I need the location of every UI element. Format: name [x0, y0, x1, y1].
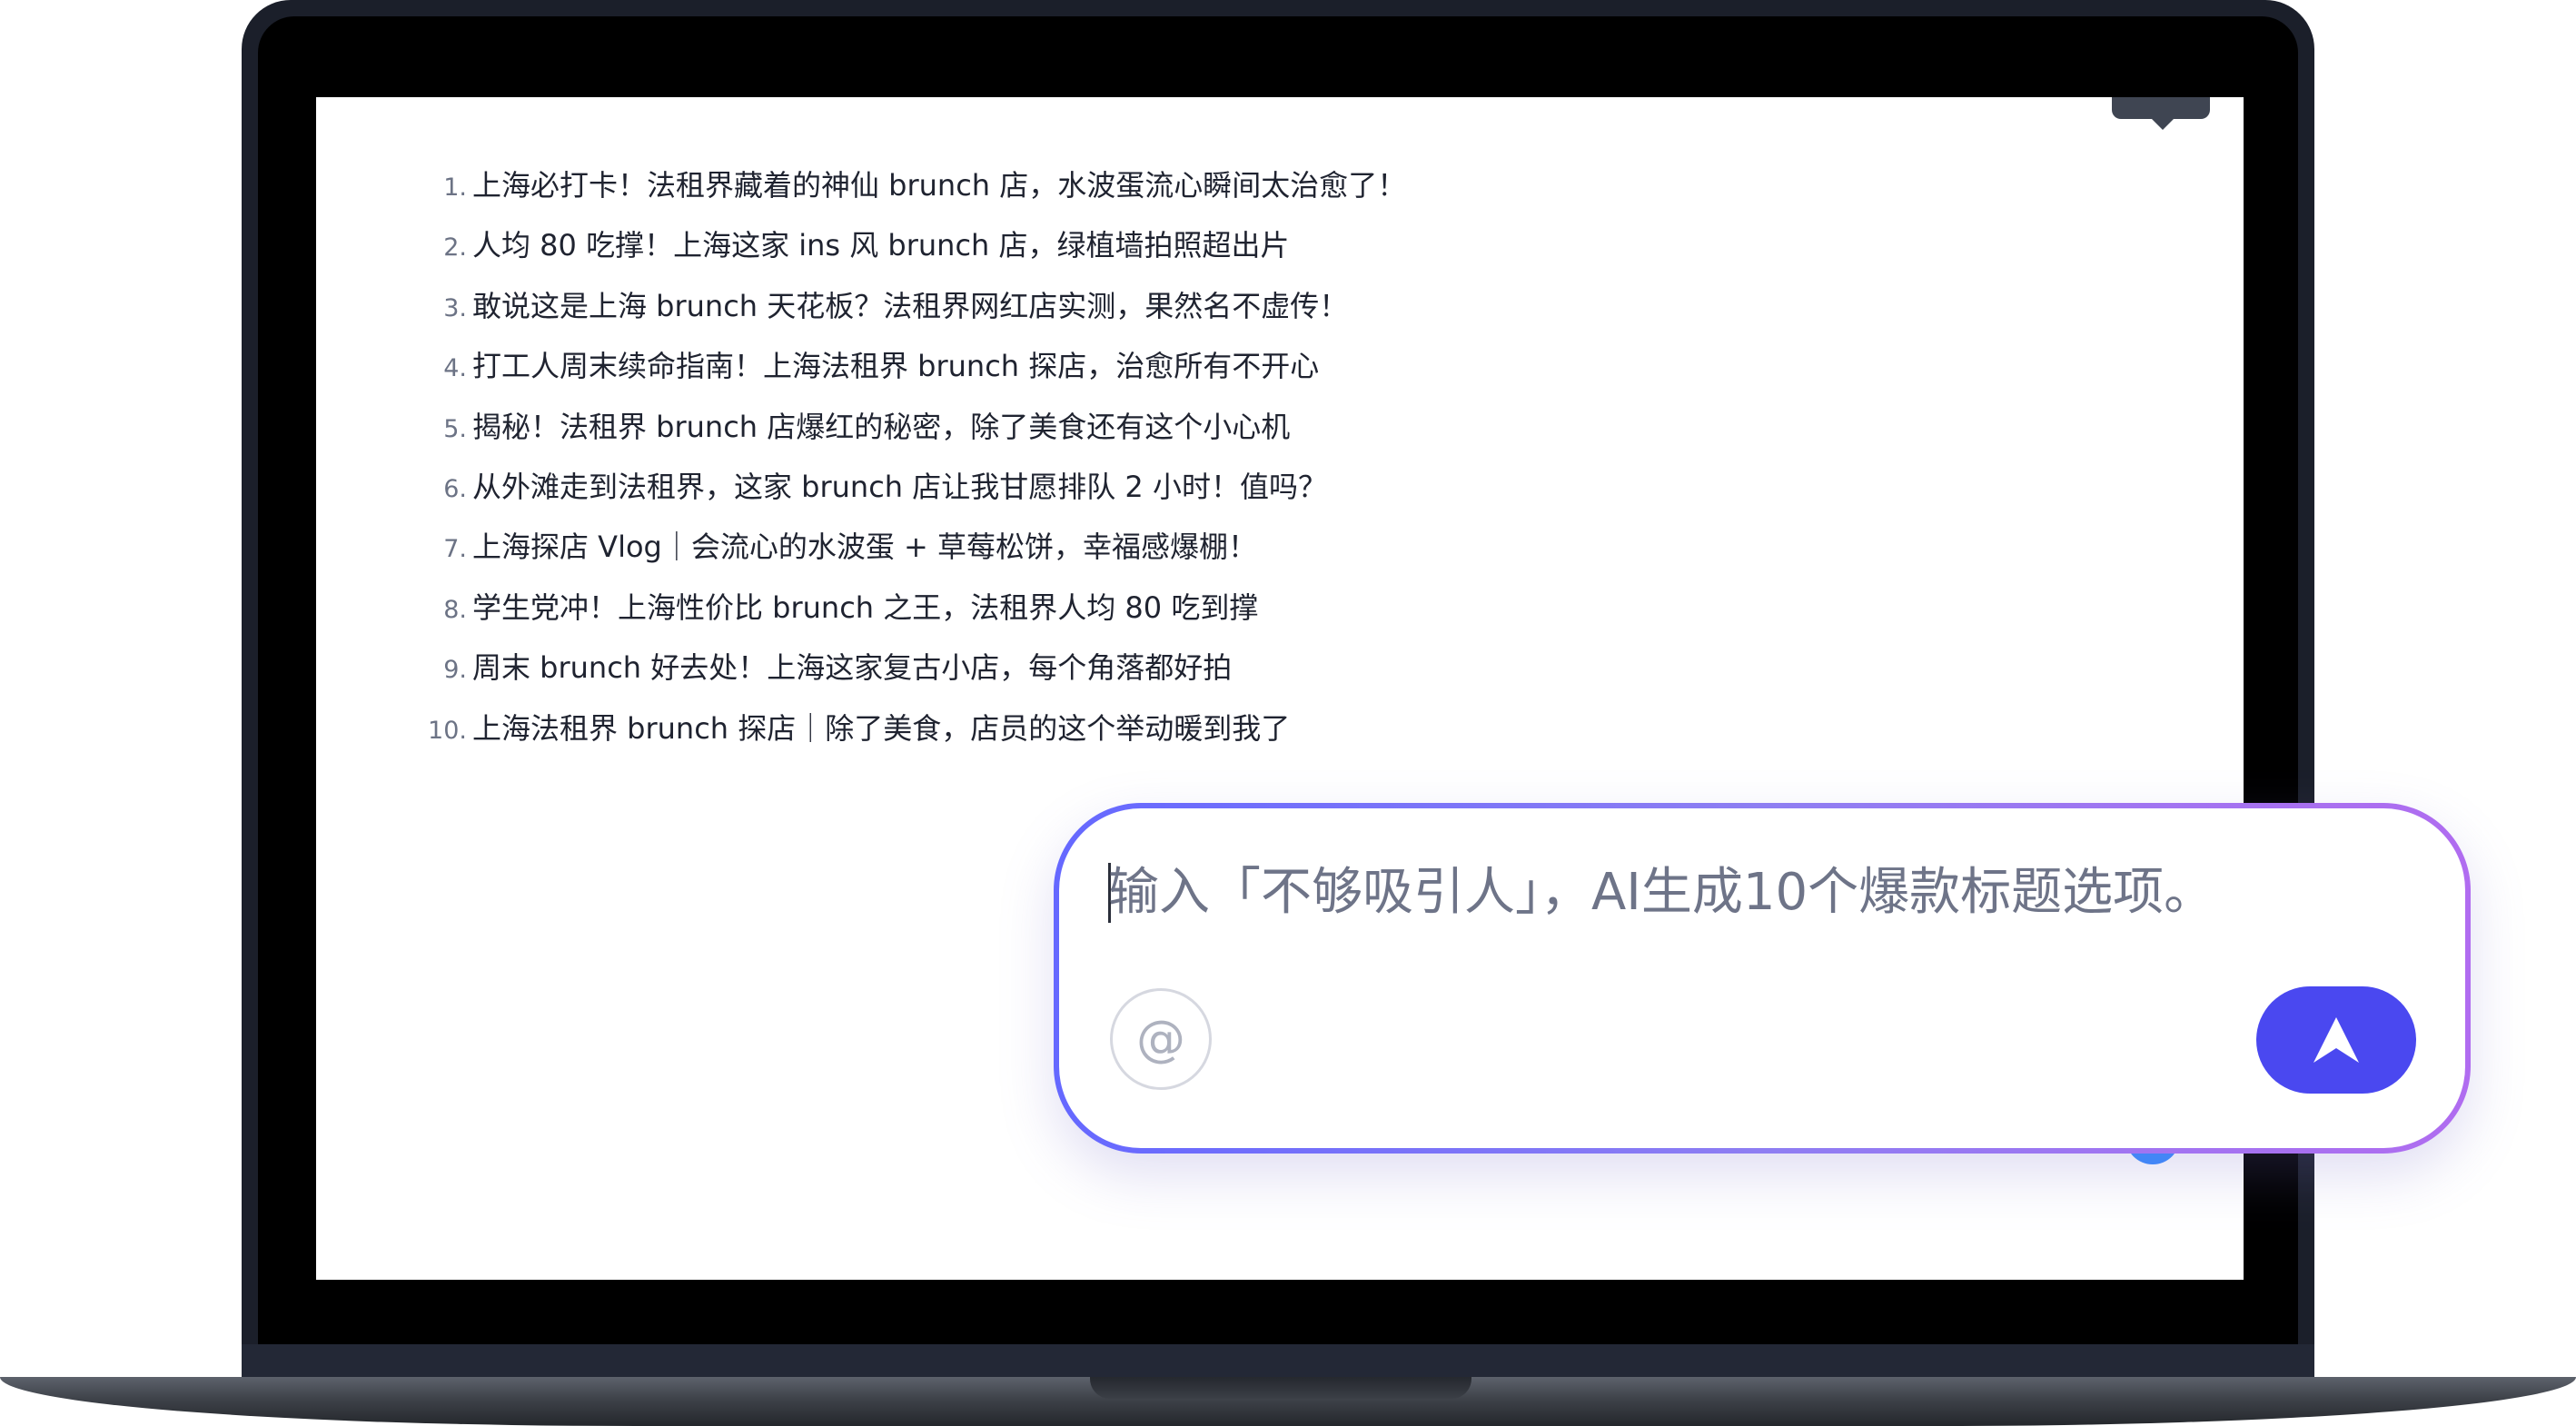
item-number: 1. — [443, 173, 467, 202]
item-number: 10. — [428, 716, 467, 745]
laptop-notch — [1090, 1377, 1471, 1399]
item-number: 6. — [443, 474, 467, 503]
mention-button[interactable]: @ — [1110, 988, 1212, 1090]
send-button[interactable] — [2256, 986, 2416, 1094]
list-item[interactable]: 4. 打工人周末续命指南！上海法租界 brunch 探店，治愈所有不开心 — [423, 336, 1406, 396]
item-number: 8. — [443, 595, 467, 624]
prompt-input[interactable] — [1108, 848, 2362, 936]
list-item[interactable]: 5. 揭秘！法租界 brunch 店爆红的秘密，除了美食还有这个小心机 — [423, 397, 1406, 457]
item-text: 学生党冲！上海性价比 brunch 之王，法租界人均 80 吃到撑 — [472, 589, 1259, 625]
tooltip — [2112, 97, 2210, 130]
list-item[interactable]: 8. 学生党冲！上海性价比 brunch 之王，法租界人均 80 吃到撑 — [423, 578, 1406, 638]
list-item[interactable]: 10. 上海法租界 brunch 探店｜除了美食，店员的这个举动暖到我了 — [423, 698, 1406, 758]
title-list: 1. 上海必打卡！法租界藏着的神仙 brunch 店，水波蛋流心瞬间太治愈了！ 2… — [423, 155, 1406, 758]
laptop-chin — [242, 1344, 2314, 1381]
item-text: 打工人周末续命指南！上海法租界 brunch 探店，治愈所有不开心 — [472, 349, 1320, 384]
item-text: 上海探店 Vlog｜会流心的水波蛋 + 草莓松饼，幸福感爆棚！ — [472, 530, 1258, 565]
list-item[interactable]: 2. 人均 80 吃撑！上海这家 ins 风 brunch 店，绿植墙拍照超出片 — [423, 215, 1406, 275]
list-item[interactable]: 1. 上海必打卡！法租界藏着的神仙 brunch 店，水波蛋流心瞬间太治愈了！ — [423, 155, 1406, 215]
item-number: 2. — [443, 233, 467, 262]
list-item[interactable]: 7. 上海探店 Vlog｜会流心的水波蛋 + 草莓松饼，幸福感爆棚！ — [423, 517, 1406, 577]
laptop-mockup: 1. 上海必打卡！法租界藏着的神仙 brunch 店，水波蛋流心瞬间太治愈了！ 2… — [0, 0, 2576, 1426]
ai-composer-body: @ — [1059, 808, 2465, 1148]
list-item[interactable]: 6. 从外滩走到法租界，这家 brunch 店让我甘愿排队 2 小时！值吗？ — [423, 457, 1406, 517]
item-text: 敢说这是上海 brunch 天花板？法租界网红店实测，果然名不虚传！ — [472, 288, 1349, 323]
item-number: 3. — [443, 293, 467, 322]
list-item[interactable]: 9. 周末 brunch 好去处！上海这家复古小店，每个角落都好拍 — [423, 638, 1406, 698]
at-sign-icon: @ — [1136, 1010, 1185, 1067]
item-text: 上海必打卡！法租界藏着的神仙 brunch 店，水波蛋流心瞬间太治愈了！ — [472, 168, 1407, 203]
list-item[interactable]: 3. 敢说这是上海 brunch 天花板？法租界网红店实测，果然名不虚传！ — [423, 276, 1406, 336]
item-number: 9. — [443, 656, 467, 685]
item-text: 上海法租界 brunch 探店｜除了美食，店员的这个举动暖到我了 — [472, 710, 1291, 746]
item-text: 周末 brunch 好去处！上海这家复古小店，每个角落都好拍 — [472, 650, 1233, 686]
ai-composer-card: @ — [1054, 803, 2471, 1154]
item-number: 5. — [443, 414, 467, 443]
item-number: 7. — [443, 535, 467, 564]
item-text: 从外滩走到法租界，这家 brunch 店让我甘愿排队 2 小时！值吗？ — [472, 469, 1327, 504]
item-text: 揭秘！法租界 brunch 店爆红的秘密，除了美食还有这个小心机 — [472, 409, 1291, 444]
item-text: 人均 80 吃撑！上海这家 ins 风 brunch 店，绿植墙拍照超出片 — [472, 228, 1290, 263]
send-arrow-icon — [2313, 1017, 2359, 1063]
item-number: 4. — [443, 354, 467, 383]
